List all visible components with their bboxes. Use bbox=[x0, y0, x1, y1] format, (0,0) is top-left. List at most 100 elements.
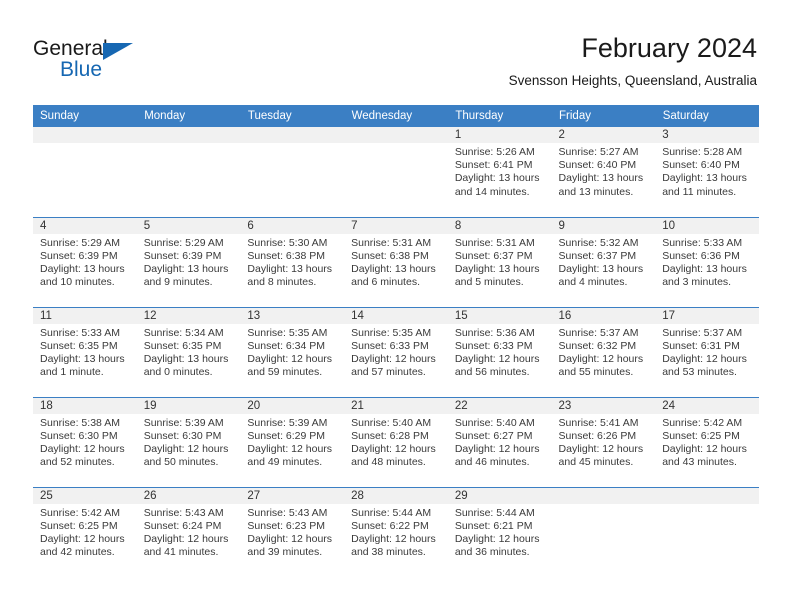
sunset-text: Sunset: 6:30 PM bbox=[40, 429, 118, 442]
day-details: Sunrise: 5:37 AM Sunset: 6:31 PM Daylight:… bbox=[655, 324, 759, 380]
daylight-text-line1: Daylight: 13 hours bbox=[454, 262, 540, 275]
calendar-day-cell[interactable]: 24 Sunrise: 5:42 AM Sunset: 6:25 PM Dayligh… bbox=[655, 396, 759, 487]
calendar-day-cell[interactable]: 13 Sunrise: 5:35 AM Sunset: 6:34 PM Dayligh… bbox=[240, 306, 345, 397]
sunrise-text: Sunrise: 5:29 AM bbox=[40, 236, 120, 249]
page-title: February 2024 bbox=[581, 33, 757, 63]
calendar-week-row: 1 Sunrise: 5:26 AM Sunset: 6:41 PM Daylight… bbox=[33, 127, 759, 217]
day-number bbox=[344, 127, 448, 143]
calendar-day-cell[interactable]: 5 Sunrise: 5:29 AM Sunset: 6:39 PM Daylight… bbox=[136, 216, 241, 307]
day-details: Sunrise: 5:42 AM Sunset: 6:25 PM Daylight:… bbox=[33, 504, 137, 560]
day-number: 3 bbox=[655, 127, 759, 143]
calendar-day-cell[interactable]: 25 Sunrise: 5:42 AM Sunset: 6:25 PM Dayligh… bbox=[33, 486, 137, 577]
daylight-text-line1: Daylight: 12 hours bbox=[454, 442, 540, 455]
calendar-day-cell[interactable]: 21 Sunrise: 5:40 AM Sunset: 6:28 PM Dayligh… bbox=[344, 396, 448, 487]
weekday-header-wednesday: Wednesday bbox=[344, 105, 449, 127]
calendar-day-cell[interactable]: 20 Sunrise: 5:39 AM Sunset: 6:29 PM Dayligh… bbox=[240, 396, 345, 487]
general-blue-logo[interactable]: General Blue bbox=[33, 38, 153, 84]
logo-triangle-icon bbox=[103, 43, 133, 60]
calendar-cell-empty bbox=[344, 127, 448, 217]
calendar-cell-empty bbox=[240, 127, 345, 217]
daylight-text-line2: and 14 minutes. bbox=[454, 185, 530, 198]
calendar-day-cell[interactable]: 10 Sunrise: 5:33 AM Sunset: 6:36 PM Dayligh… bbox=[655, 216, 759, 307]
sunrise-text: Sunrise: 5:44 AM bbox=[454, 506, 535, 519]
sunrise-text: Sunrise: 5:26 AM bbox=[454, 146, 535, 158]
sunrise-text: Sunrise: 5:34 AM bbox=[143, 326, 224, 339]
calendar-day-cell[interactable]: 14 Sunrise: 5:35 AM Sunset: 6:33 PM Dayligh… bbox=[344, 306, 448, 397]
day-details: Sunrise: 5:40 AM Sunset: 6:27 PM Daylight:… bbox=[448, 414, 552, 470]
weekday-header-friday: Friday bbox=[551, 105, 656, 127]
day-details: Sunrise: 5:35 AM Sunset: 6:34 PM Daylight:… bbox=[240, 324, 344, 380]
daylight-text-line1: Daylight: 13 hours bbox=[558, 172, 644, 185]
calendar-cell-empty bbox=[655, 486, 759, 577]
day-number: 19 bbox=[136, 397, 241, 414]
day-number: 1 bbox=[447, 127, 552, 143]
sunrise-text: Sunrise: 5:37 AM bbox=[662, 326, 743, 339]
sunset-text: Sunset: 6:39 PM bbox=[143, 249, 222, 262]
calendar-day-cell[interactable]: 1 Sunrise: 5:26 AM Sunset: 6:41 PM Daylight… bbox=[447, 127, 552, 217]
sunset-text: Sunset: 6:38 PM bbox=[247, 249, 326, 262]
calendar-day-cell[interactable]: 8 Sunrise: 5:31 AM Sunset: 6:37 PM Daylight… bbox=[447, 216, 552, 307]
calendar-day-cell[interactable]: 27 Sunrise: 5:43 AM Sunset: 6:23 PM Dayligh… bbox=[240, 486, 345, 577]
day-number bbox=[33, 127, 137, 143]
calendar-cell-empty bbox=[33, 127, 137, 217]
calendar-day-cell[interactable]: 22 Sunrise: 5:40 AM Sunset: 6:27 PM Dayligh… bbox=[447, 396, 552, 487]
day-number: 11 bbox=[33, 307, 137, 324]
sunset-text: Sunset: 6:38 PM bbox=[351, 249, 429, 262]
calendar-day-cell[interactable]: 4 Sunrise: 5:29 AM Sunset: 6:39 PM Daylight… bbox=[33, 216, 137, 307]
sunrise-text: Sunrise: 5:35 AM bbox=[351, 326, 432, 339]
daylight-text-line2: and 0 minutes. bbox=[143, 366, 213, 379]
calendar-week-row: 4 Sunrise: 5:29 AM Sunset: 6:39 PM Daylight… bbox=[33, 216, 759, 307]
sunset-text: Sunset: 6:25 PM bbox=[40, 519, 118, 532]
sunrise-text: Sunrise: 5:37 AM bbox=[558, 326, 639, 339]
daylight-text-line2: and 52 minutes. bbox=[40, 456, 115, 469]
daylight-text-line2: and 39 minutes. bbox=[247, 546, 323, 559]
calendar-day-cell[interactable]: 17 Sunrise: 5:37 AM Sunset: 6:31 PM Dayligh… bbox=[655, 306, 759, 397]
daylight-text-line2: and 42 minutes. bbox=[40, 546, 115, 559]
day-number: 20 bbox=[240, 397, 345, 414]
day-number: 22 bbox=[447, 397, 552, 414]
sunrise-text: Sunrise: 5:39 AM bbox=[247, 416, 328, 429]
calendar-day-cell[interactable]: 23 Sunrise: 5:41 AM Sunset: 6:26 PM Dayligh… bbox=[551, 396, 656, 487]
day-details: Sunrise: 5:29 AM Sunset: 6:39 PM Daylight:… bbox=[137, 234, 241, 290]
daylight-text-line2: and 45 minutes. bbox=[558, 456, 634, 469]
sunset-text: Sunset: 6:32 PM bbox=[558, 339, 637, 352]
calendar-day-cell[interactable]: 18 Sunrise: 5:38 AM Sunset: 6:30 PM Dayligh… bbox=[33, 396, 137, 487]
day-details: Sunrise: 5:26 AM Sunset: 6:41 PM Daylight:… bbox=[448, 143, 552, 199]
calendar-day-cell[interactable]: 9 Sunrise: 5:32 AM Sunset: 6:37 PM Daylight… bbox=[551, 216, 656, 307]
calendar-day-cell[interactable]: 12 Sunrise: 5:34 AM Sunset: 6:35 PM Dayligh… bbox=[136, 306, 241, 397]
day-details: Sunrise: 5:28 AM Sunset: 6:40 PM Daylight:… bbox=[655, 143, 759, 199]
calendar-day-cell[interactable]: 3 Sunrise: 5:28 AM Sunset: 6:40 PM Daylight… bbox=[655, 127, 759, 217]
day-number: 14 bbox=[344, 307, 448, 324]
day-number: 24 bbox=[655, 397, 759, 414]
weekday-header-sunday: Sunday bbox=[33, 105, 138, 127]
sunrise-text: Sunrise: 5:40 AM bbox=[454, 416, 535, 429]
calendar-day-cell[interactable]: 15 Sunrise: 5:36 AM Sunset: 6:33 PM Dayligh… bbox=[447, 306, 552, 397]
sunset-text: Sunset: 6:33 PM bbox=[351, 339, 429, 352]
weekday-header-tuesday: Tuesday bbox=[240, 105, 345, 127]
calendar-day-cell[interactable]: 11 Sunrise: 5:33 AM Sunset: 6:35 PM Dayligh… bbox=[33, 306, 137, 397]
weekday-header-thursday: Thursday bbox=[447, 105, 553, 127]
day-number bbox=[240, 127, 345, 143]
sunset-text: Sunset: 6:26 PM bbox=[558, 429, 637, 442]
daylight-text-line1: Daylight: 12 hours bbox=[247, 352, 333, 365]
sunset-text: Sunset: 6:40 PM bbox=[558, 159, 637, 172]
calendar-cell-empty bbox=[551, 486, 656, 577]
daylight-text-line2: and 50 minutes. bbox=[143, 456, 219, 469]
calendar-day-cell[interactable]: 16 Sunrise: 5:37 AM Sunset: 6:32 PM Dayligh… bbox=[551, 306, 656, 397]
calendar-day-cell[interactable]: 28 Sunrise: 5:44 AM Sunset: 6:22 PM Dayligh… bbox=[344, 486, 448, 577]
daylight-text-line1: Daylight: 13 hours bbox=[143, 352, 229, 365]
day-number: 21 bbox=[344, 397, 448, 414]
sunrise-text: Sunrise: 5:43 AM bbox=[143, 506, 224, 519]
daylight-text-line2: and 4 minutes. bbox=[558, 276, 628, 289]
daylight-text-line2: and 41 minutes. bbox=[143, 546, 219, 559]
calendar-day-cell[interactable]: 19 Sunrise: 5:39 AM Sunset: 6:30 PM Dayligh… bbox=[136, 396, 241, 487]
calendar-day-cell[interactable]: 29 Sunrise: 5:44 AM Sunset: 6:21 PM Dayligh… bbox=[447, 486, 552, 577]
sunrise-text: Sunrise: 5:35 AM bbox=[247, 326, 328, 339]
calendar-day-cell[interactable]: 6 Sunrise: 5:30 AM Sunset: 6:38 PM Daylight… bbox=[240, 216, 345, 307]
calendar-day-cell[interactable]: 26 Sunrise: 5:43 AM Sunset: 6:24 PM Dayligh… bbox=[136, 486, 241, 577]
calendar-day-cell[interactable]: 2 Sunrise: 5:27 AM Sunset: 6:40 PM Daylight… bbox=[551, 127, 656, 217]
sunset-text: Sunset: 6:22 PM bbox=[351, 519, 429, 532]
day-number: 6 bbox=[240, 217, 345, 234]
calendar-day-cell[interactable]: 7 Sunrise: 5:31 AM Sunset: 6:38 PM Daylight… bbox=[344, 216, 448, 307]
daylight-text-line1: Daylight: 12 hours bbox=[662, 352, 747, 365]
